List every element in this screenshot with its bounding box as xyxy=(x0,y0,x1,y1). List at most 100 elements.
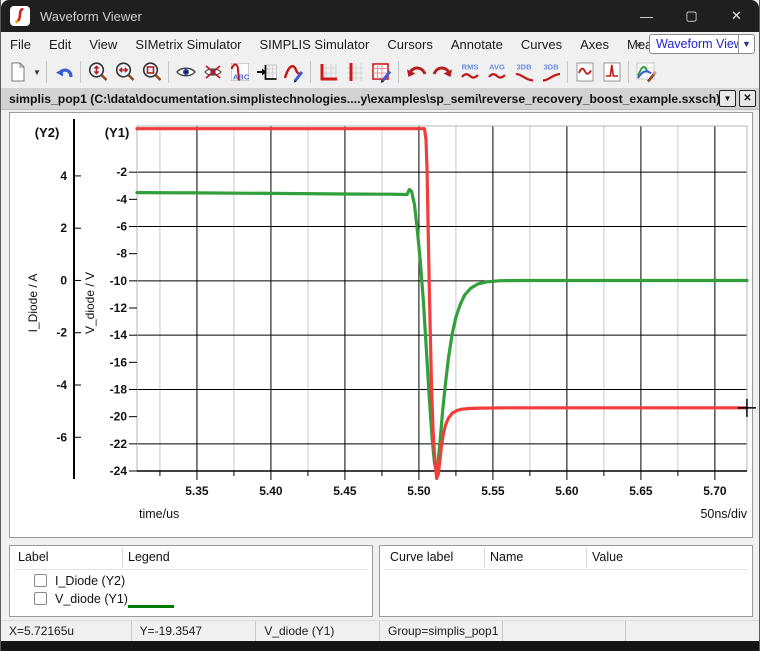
add-axis-button[interactable] xyxy=(314,59,341,86)
add-y-axis-button[interactable] xyxy=(341,59,368,86)
new-graph-dropdown[interactable]: ▼ xyxy=(31,59,43,86)
vdiode-label: V_diode (Y1) xyxy=(55,592,128,606)
legend-row-vdiode[interactable]: V_diode (Y1) xyxy=(10,590,372,607)
new-file-icon xyxy=(7,61,29,83)
next-curve-button[interactable] xyxy=(429,59,456,86)
toolbar: ▼ xyxy=(1,56,759,88)
3db-highpass-button[interactable]: 3DB xyxy=(537,59,564,86)
chevron-down-icon[interactable]: ▼ xyxy=(738,35,754,53)
values-column-name: Name xyxy=(490,550,523,564)
swap-left-icon xyxy=(405,61,427,83)
chart-panel: 5.355.405.455.505.555.605.655.70420-2-4-… xyxy=(9,112,753,538)
show-curve-button[interactable] xyxy=(172,59,199,86)
move-curve-axis-button[interactable] xyxy=(253,59,280,86)
y1-tick-label: -18 xyxy=(110,383,128,397)
x-tick-label: 5.40 xyxy=(259,484,283,498)
sine-page-icon xyxy=(574,61,596,83)
curve-values-panel: Curve label Name Value xyxy=(379,545,753,617)
zoom-y-button[interactable] xyxy=(84,59,111,86)
title-bar: Waveform Viewer — ▢ ✕ xyxy=(1,0,759,32)
swap-right-icon xyxy=(432,61,454,83)
menu-item-curves[interactable]: Curves xyxy=(512,32,571,56)
y1-tick-label: -2 xyxy=(116,165,127,179)
rms-icon: RMS xyxy=(458,61,482,83)
vdiode-checkbox[interactable] xyxy=(34,592,47,605)
y1-tick-label: -10 xyxy=(110,274,128,288)
menu-item-simetrix-simulator[interactable]: SIMetrix Simulator xyxy=(126,32,250,56)
new-graph-button[interactable] xyxy=(4,59,31,86)
grid-edit-icon xyxy=(371,61,393,83)
svg-text:3DB: 3DB xyxy=(543,63,559,72)
x-tick-label: 5.35 xyxy=(185,484,209,498)
window-title: Waveform Viewer xyxy=(40,9,142,24)
curve-label-icon: ABC xyxy=(229,61,251,83)
menu-bar: File Edit View SIMetrix Simulator SIMPLI… xyxy=(1,32,759,56)
waveform-chart[interactable]: 5.355.405.455.505.555.605.655.70420-2-4-… xyxy=(10,113,754,539)
fourier-button[interactable] xyxy=(571,59,598,86)
zoom-box-button[interactable] xyxy=(138,59,165,86)
viewer-select-value: Waveform Viewer xyxy=(650,37,738,51)
x-tick-label: 5.50 xyxy=(407,484,431,498)
menu-item-edit[interactable]: Edit xyxy=(40,32,80,56)
impulse-button[interactable] xyxy=(598,59,625,86)
avg-button[interactable]: AVG xyxy=(483,59,510,86)
viewer-select-combo[interactable]: Waveform Viewer ▼ xyxy=(649,34,755,54)
hide-curve-button[interactable] xyxy=(199,59,226,86)
axis-icon xyxy=(317,61,339,83)
move-to-axis-icon xyxy=(256,61,278,83)
idiode-label: I_Diode (Y2) xyxy=(55,574,125,588)
values-column-curve-label: Curve label xyxy=(390,550,453,564)
edit-curve-button[interactable] xyxy=(280,59,307,86)
menu-item-file[interactable]: File xyxy=(1,32,40,56)
graph-cursor[interactable] xyxy=(738,399,756,417)
status-curve-name: V_diode (Y1) xyxy=(256,621,380,641)
menu-item-cursors[interactable]: Cursors xyxy=(378,32,442,56)
x-tick-label: 5.60 xyxy=(555,484,579,498)
y1-tick-label: -8 xyxy=(116,247,127,261)
menu-item-view[interactable]: View xyxy=(80,32,126,56)
legend-row-idiode[interactable]: I_Diode (Y2) xyxy=(10,572,372,589)
graph-tab[interactable]: simplis_pop1 (C:\data\documentation.simp… xyxy=(1,92,719,106)
y2-axis-name[interactable]: (Y2) xyxy=(35,125,60,140)
tab-list-dropdown-button[interactable]: ▼ xyxy=(719,90,736,107)
rms-button[interactable]: RMS xyxy=(456,59,483,86)
y1-tick-label: -6 xyxy=(116,220,127,234)
minimize-button[interactable]: — xyxy=(624,0,669,32)
idiode-checkbox[interactable] xyxy=(34,574,47,587)
annotate-curve-button[interactable]: ABC xyxy=(226,59,253,86)
y2-tick-label: 2 xyxy=(60,221,67,235)
app-icon xyxy=(10,6,30,26)
curve-I_Diode[interactable] xyxy=(137,190,747,471)
previous-curve-button[interactable] xyxy=(402,59,429,86)
status-spare-2 xyxy=(626,621,759,641)
graph-options-button[interactable] xyxy=(632,59,659,86)
avg-icon: AVG xyxy=(485,61,509,83)
menu-overflow-chevron[interactable]: » xyxy=(635,37,642,51)
y1-tick-label: -24 xyxy=(110,464,128,478)
menu-item-annotate[interactable]: Annotate xyxy=(442,32,512,56)
undo-icon xyxy=(53,61,75,83)
svg-text:RMS: RMS xyxy=(461,63,478,72)
3db-lowpass-button[interactable]: 3DB xyxy=(510,59,537,86)
zoom-horizontal-icon xyxy=(114,61,136,83)
zoom-x-button[interactable] xyxy=(111,59,138,86)
menu-item-axes[interactable]: Axes xyxy=(571,32,618,56)
y1-tick-label: -22 xyxy=(110,437,128,451)
menu-item-simplis-simulator[interactable]: SIMPLIS Simulator xyxy=(251,32,379,56)
zoom-vertical-icon xyxy=(87,61,109,83)
y1-axis-name[interactable]: (Y1) xyxy=(105,125,130,140)
edit-grid-button[interactable] xyxy=(368,59,395,86)
y1-tick-label: -16 xyxy=(110,355,128,369)
x-tick-label: 5.65 xyxy=(629,484,653,498)
window-bottom-edge xyxy=(1,641,759,651)
x-tick-label: 5.70 xyxy=(703,484,727,498)
eye-off-icon xyxy=(202,61,224,83)
y1-tick-label: -14 xyxy=(110,328,128,342)
undo-button[interactable] xyxy=(50,59,77,86)
maximize-button[interactable]: ▢ xyxy=(669,0,714,32)
tab-close-button[interactable]: ✕ xyxy=(739,90,756,107)
svg-text:3DB: 3DB xyxy=(516,63,532,72)
y2-axis-title: I_Diode / A xyxy=(26,274,40,333)
legend-column-label: Label xyxy=(18,550,49,564)
close-button[interactable]: ✕ xyxy=(714,0,759,32)
